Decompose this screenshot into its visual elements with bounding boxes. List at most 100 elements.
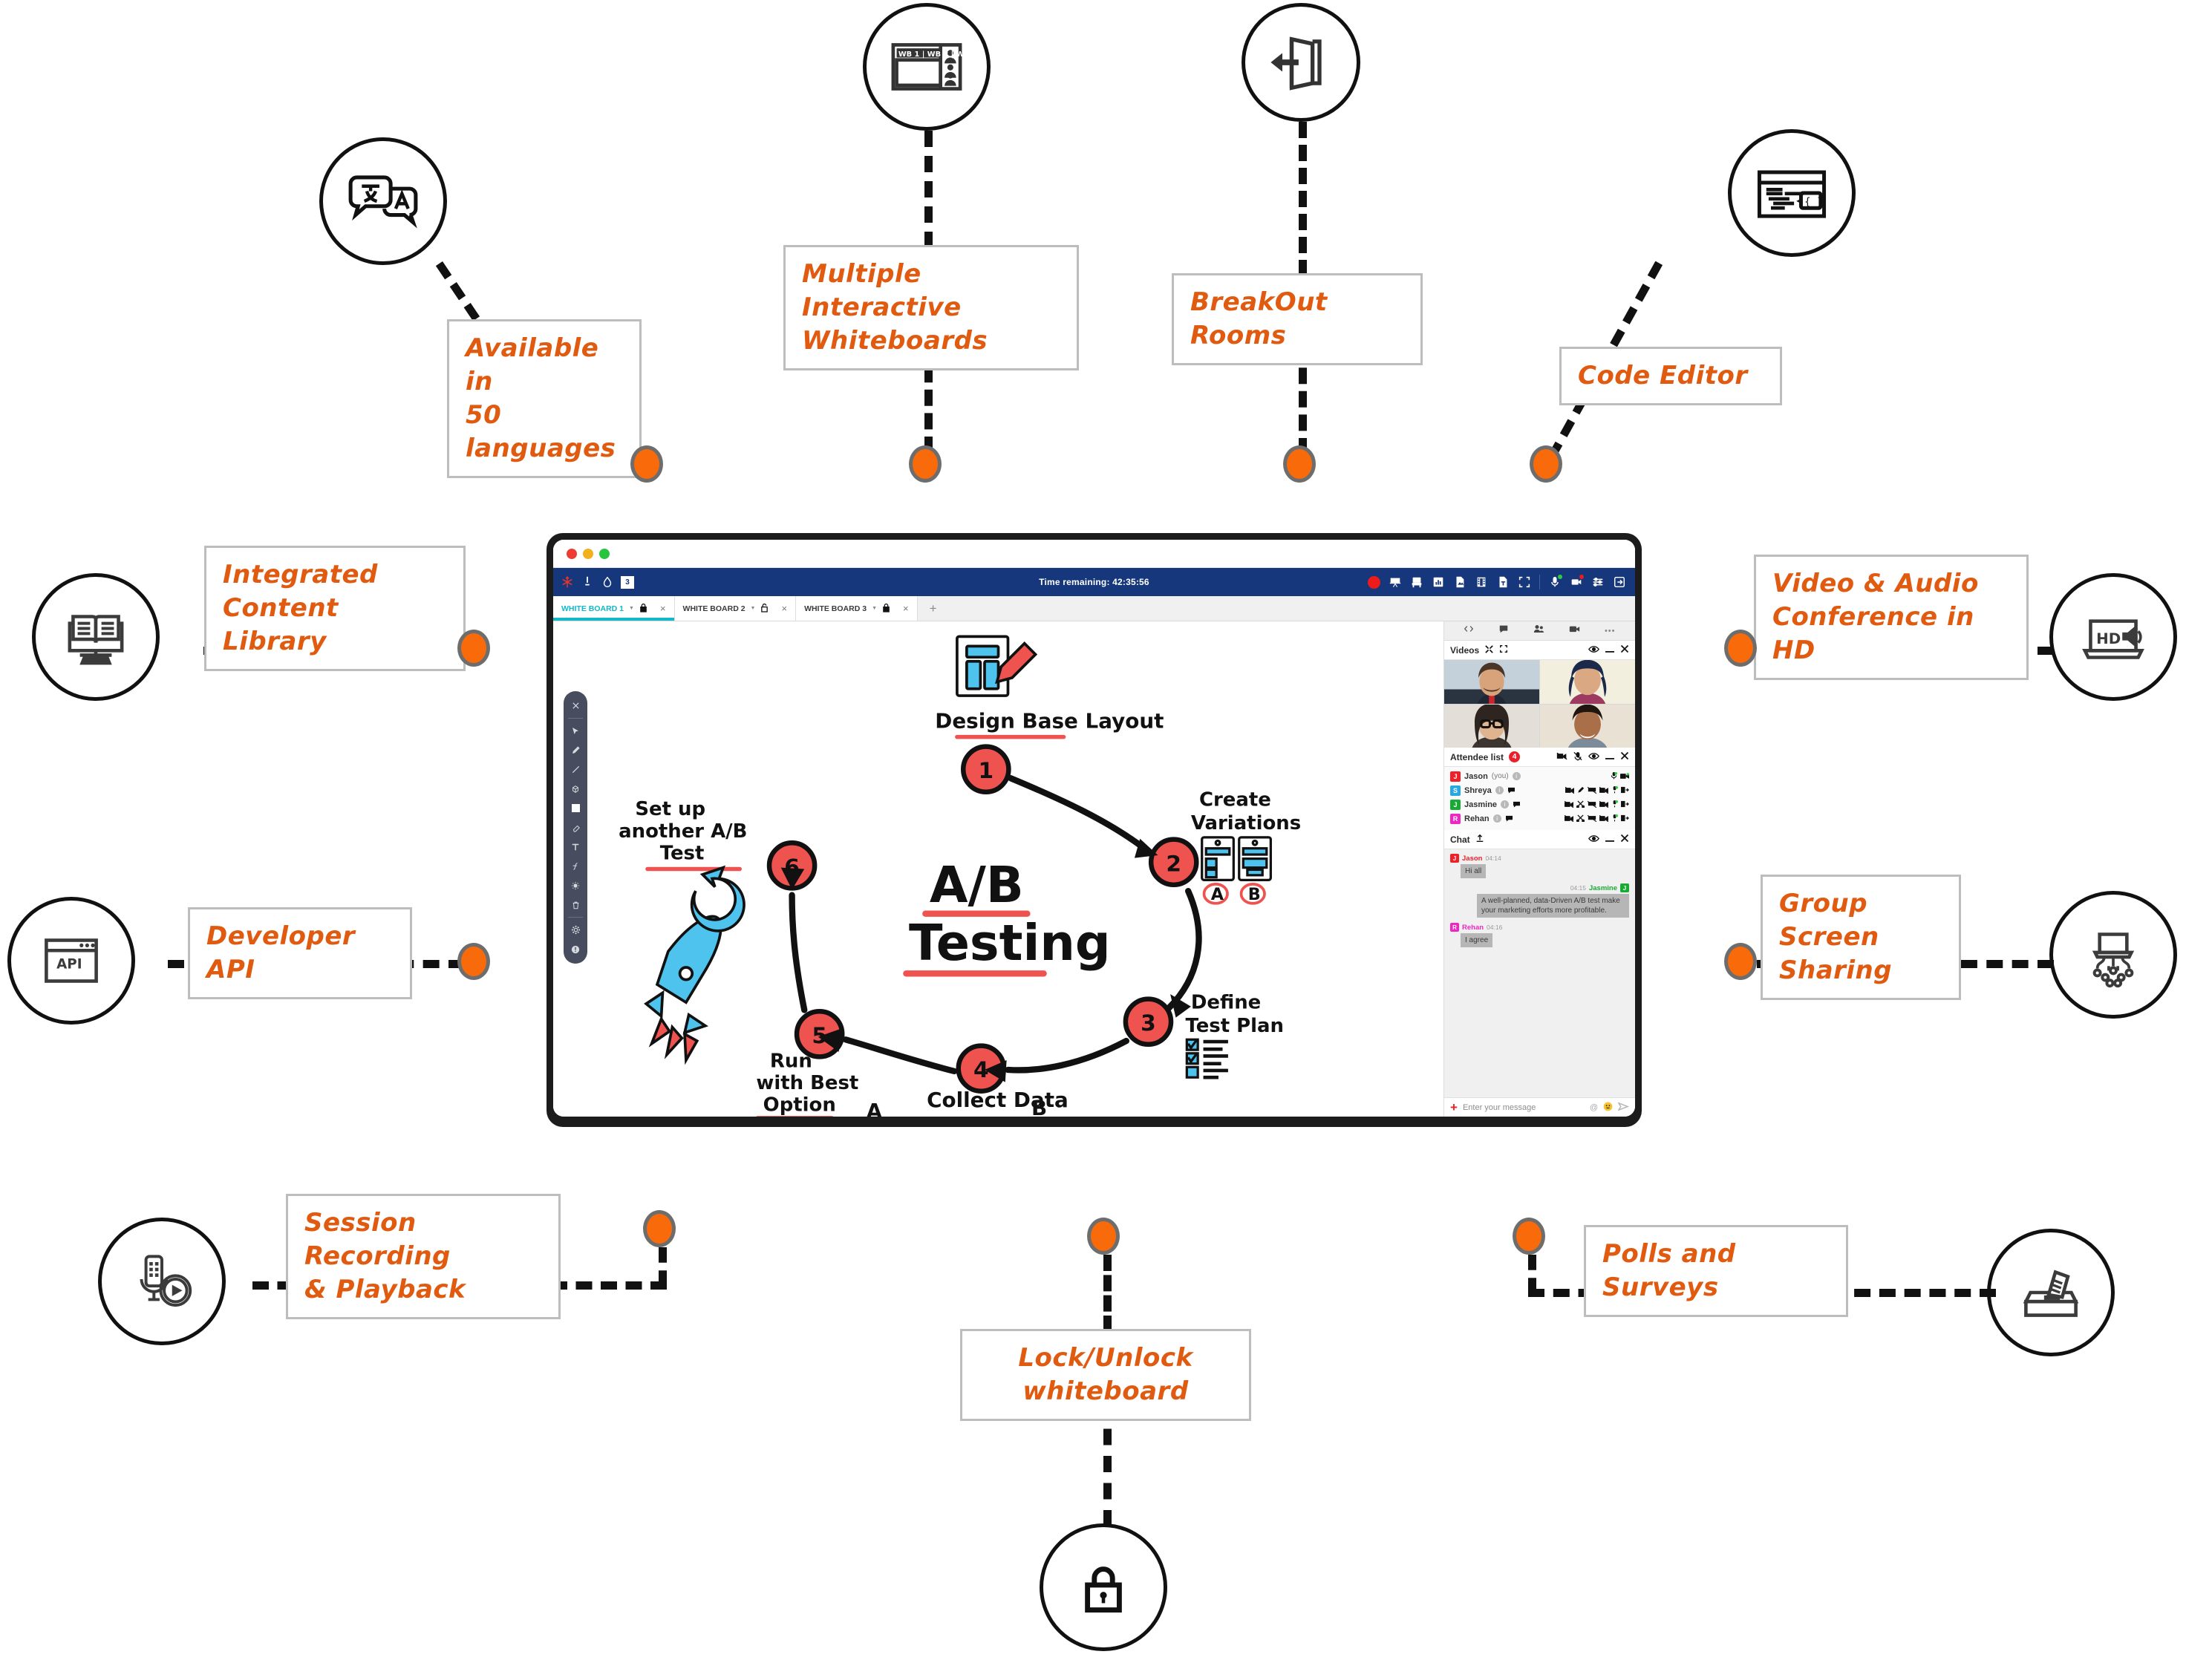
video-tile-participant-3[interactable] bbox=[1444, 704, 1539, 748]
pen-icon[interactable] bbox=[1577, 784, 1585, 797]
chevron-down-icon[interactable]: ▼ bbox=[872, 606, 877, 611]
chat-icon[interactable] bbox=[1498, 624, 1509, 638]
tab-close-button[interactable]: × bbox=[781, 603, 787, 614]
classroom-icon[interactable] bbox=[1410, 575, 1423, 589]
camera-off-icon[interactable] bbox=[1599, 784, 1609, 797]
scissors-icon[interactable] bbox=[1576, 812, 1585, 826]
chat-input-field[interactable]: Enter your message bbox=[1463, 1103, 1585, 1112]
scissors-icon[interactable] bbox=[1576, 798, 1585, 811]
image-icon[interactable] bbox=[1453, 575, 1466, 589]
expand-icon[interactable] bbox=[1484, 644, 1494, 656]
close-icon[interactable] bbox=[1620, 644, 1629, 656]
send-icon[interactable] bbox=[1617, 1101, 1630, 1114]
close-icon[interactable] bbox=[1620, 834, 1629, 845]
tab-white-board-3[interactable]: WHITE BOARD 3 ▼ × bbox=[796, 596, 918, 621]
more-icon[interactable]: ••• bbox=[1605, 627, 1616, 636]
chat-bubble-icon[interactable] bbox=[1513, 798, 1521, 811]
lock-open-icon[interactable] bbox=[760, 603, 769, 615]
tab-white-board-2[interactable]: WHITE BOARD 2 ▼ × bbox=[674, 596, 797, 621]
attendee-row[interactable]: R Rehan i bbox=[1444, 811, 1635, 826]
minimize-icon[interactable] bbox=[1605, 645, 1614, 656]
trash-icon[interactable] bbox=[564, 895, 587, 914]
close-icon[interactable] bbox=[1620, 751, 1629, 762]
presentation-icon[interactable] bbox=[1389, 575, 1402, 589]
plus-icon[interactable]: + bbox=[1450, 1101, 1458, 1114]
screen-share-off-icon[interactable] bbox=[1587, 798, 1597, 811]
add-whiteboard-button[interactable]: + bbox=[918, 596, 949, 621]
eye-icon[interactable] bbox=[1588, 645, 1599, 656]
sun-icon[interactable] bbox=[564, 876, 587, 895]
mic-icon[interactable] bbox=[1548, 575, 1562, 589]
video-tile-participant-2[interactable] bbox=[1540, 660, 1635, 704]
camera-off-icon[interactable] bbox=[1565, 784, 1575, 797]
chat-messages[interactable]: J Jason 04:14 Hi all 04:15 Jasmine J A w… bbox=[1444, 849, 1635, 1097]
chat-bubble-icon[interactable] bbox=[1505, 812, 1513, 826]
pen-tool-icon[interactable] bbox=[581, 575, 594, 589]
videos-icon[interactable] bbox=[1569, 624, 1580, 638]
minimize-icon[interactable] bbox=[1605, 834, 1614, 845]
camera-icon[interactable] bbox=[1570, 575, 1584, 589]
attendee-row[interactable]: J Jasmine i bbox=[1444, 797, 1635, 811]
code-icon[interactable] bbox=[1464, 624, 1474, 638]
video-clip-icon[interactable] bbox=[1475, 575, 1488, 589]
minimize-window-button[interactable] bbox=[583, 548, 593, 559]
tab-white-board-1[interactable]: WHITE BOARD 1 ▼ × bbox=[553, 596, 675, 621]
info-icon[interactable] bbox=[564, 940, 587, 958]
line-icon[interactable] bbox=[564, 760, 587, 779]
camera-off-icon[interactable] bbox=[1599, 798, 1609, 811]
formula-icon[interactable] bbox=[564, 857, 587, 875]
info-icon[interactable]: i bbox=[1512, 772, 1521, 780]
camera-off-icon[interactable] bbox=[1564, 798, 1574, 811]
whiteboard-canvas[interactable]: Design Base Layout 1 2 3 4 5 6 A/B Testi… bbox=[553, 621, 1443, 1117]
fill-icon[interactable] bbox=[564, 799, 587, 817]
camera-icon[interactable] bbox=[1620, 770, 1629, 783]
remove-attendee-icon[interactable] bbox=[1621, 784, 1629, 797]
mic-icon[interactable] bbox=[1611, 784, 1618, 797]
camera-off-icon[interactable] bbox=[1564, 812, 1574, 826]
minimize-icon[interactable] bbox=[1605, 752, 1614, 762]
maximize-window-button[interactable] bbox=[599, 548, 610, 559]
attendees-icon[interactable] bbox=[1533, 624, 1544, 638]
mic-off-icon[interactable] bbox=[1573, 751, 1582, 763]
video-tile-participant-4[interactable] bbox=[1540, 704, 1635, 748]
settings-gear-icon[interactable] bbox=[564, 921, 587, 939]
info-icon[interactable]: i bbox=[1501, 800, 1510, 808]
remove-attendee-icon[interactable] bbox=[1621, 812, 1629, 826]
screen-share-off-icon[interactable] bbox=[1587, 784, 1597, 797]
exit-icon[interactable] bbox=[1613, 575, 1626, 589]
pen-icon[interactable] bbox=[564, 741, 587, 759]
camera-off-icon[interactable] bbox=[1556, 752, 1567, 762]
eye-icon[interactable] bbox=[1588, 752, 1599, 762]
chat-bubble-icon[interactable] bbox=[1507, 784, 1516, 797]
mic-icon[interactable] bbox=[1611, 798, 1618, 811]
page-number-icon[interactable]: 3 bbox=[621, 575, 634, 589]
emoji-icon[interactable] bbox=[1603, 1102, 1613, 1114]
text-icon[interactable] bbox=[564, 837, 587, 856]
shape-icon[interactable] bbox=[564, 780, 587, 798]
chart-icon[interactable] bbox=[1432, 575, 1445, 589]
eye-icon[interactable] bbox=[1588, 834, 1599, 845]
attendee-row[interactable]: S Shreya i bbox=[1444, 783, 1635, 797]
chevron-down-icon[interactable]: ▼ bbox=[751, 606, 756, 611]
mic-icon[interactable] bbox=[1611, 770, 1617, 783]
lock-closed-icon[interactable] bbox=[882, 603, 890, 615]
chevron-down-icon[interactable]: ▼ bbox=[629, 606, 634, 611]
logo-icon[interactable] bbox=[561, 575, 574, 589]
text-doc-icon[interactable] bbox=[1496, 575, 1510, 589]
popout-icon[interactable] bbox=[1499, 644, 1508, 656]
mention-icon[interactable]: @ bbox=[1590, 1103, 1598, 1112]
info-icon[interactable]: i bbox=[1492, 814, 1501, 823]
attendee-row[interactable]: J Jason (you) i bbox=[1444, 769, 1635, 783]
info-icon[interactable]: i bbox=[1495, 786, 1504, 794]
screen-share-off-icon[interactable] bbox=[1587, 812, 1597, 826]
upload-icon[interactable] bbox=[1475, 834, 1484, 845]
eraser-icon[interactable] bbox=[564, 818, 587, 837]
lock-closed-icon[interactable] bbox=[639, 603, 647, 615]
video-tile-participant-1[interactable] bbox=[1444, 660, 1539, 704]
remove-attendee-icon[interactable] bbox=[1621, 798, 1629, 811]
close-window-button[interactable] bbox=[567, 548, 577, 559]
cursor-icon[interactable] bbox=[564, 722, 587, 740]
settings-sliders-icon[interactable] bbox=[1591, 575, 1605, 589]
close-icon[interactable] bbox=[564, 696, 587, 715]
tab-close-button[interactable]: × bbox=[903, 603, 909, 614]
